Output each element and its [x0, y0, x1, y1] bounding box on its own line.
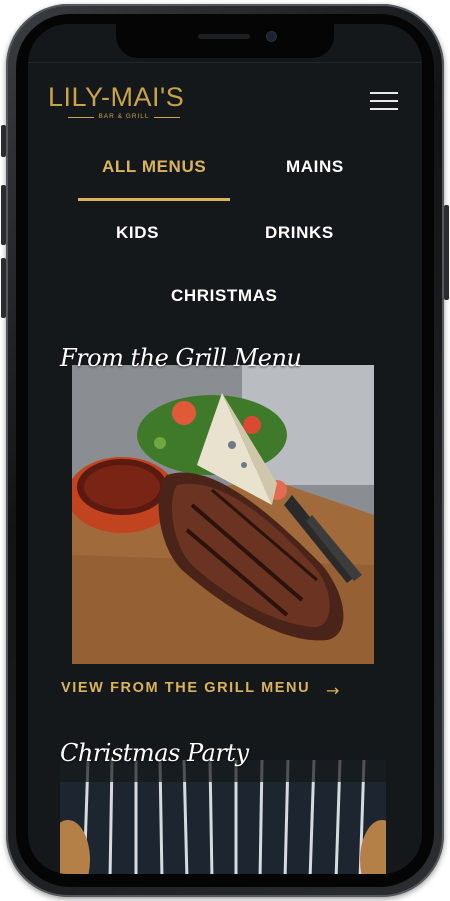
steak-on-board-photo[interactable]: [72, 365, 374, 664]
hamburger-bar: [370, 92, 398, 94]
tab-drinks[interactable]: DRINKS: [265, 223, 334, 243]
notch: [116, 24, 334, 58]
tab-all-menus[interactable]: ALL MENUS: [102, 157, 206, 177]
phone-screen: LILY-MAI'S BAR & GRILL ALL MENUS MAINS K…: [28, 24, 422, 874]
arrow-right-icon[interactable]: →: [326, 681, 339, 700]
section-title-grill: From the Grill Menu: [60, 344, 302, 372]
power-button: [444, 205, 449, 300]
hamburger-icon[interactable]: [370, 91, 398, 111]
steak-image: [72, 365, 374, 664]
hamburger-bar: [370, 100, 398, 102]
hamburger-bar: [370, 108, 398, 110]
view-grill-menu-link[interactable]: VIEW FROM THE GRILL MENU: [61, 680, 310, 696]
mute-switch: [1, 125, 6, 157]
tab-christmas[interactable]: CHRISTMAS: [171, 286, 277, 306]
header-divider: [28, 62, 422, 63]
brand-name: LILY-MAI'S: [48, 82, 185, 112]
section-title-christmas: Christmas Party: [60, 739, 249, 767]
volume-up-button: [1, 185, 6, 245]
brand-logo[interactable]: LILY-MAI'S BAR & GRILL: [48, 82, 208, 122]
active-tab-underline: [78, 198, 230, 201]
tab-mains[interactable]: MAINS: [286, 157, 344, 177]
front-camera: [267, 32, 276, 41]
striped-apron-photo[interactable]: [60, 760, 386, 874]
volume-down-button: [1, 258, 6, 318]
tab-kids[interactable]: KIDS: [116, 223, 159, 243]
logo-rule-right: [154, 117, 180, 118]
speaker-grille: [198, 34, 250, 39]
apron-image: [60, 760, 386, 874]
